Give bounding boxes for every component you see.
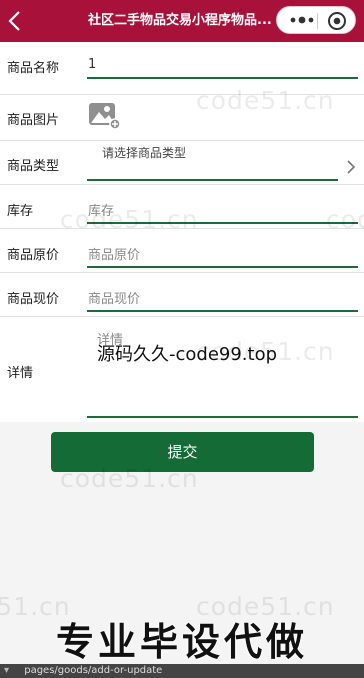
original-price-underline — [87, 266, 358, 268]
form-row-image: 商品图片 — [0, 95, 364, 141]
submit-button[interactable]: 提交 — [51, 432, 314, 472]
image-label: 商品图片 — [7, 113, 60, 128]
current-price-label: 商品现价 — [7, 292, 60, 307]
caret-icon: ▾ — [4, 665, 10, 676]
name-underline — [87, 77, 358, 79]
overlay-source-text: 源码久久-code99.top — [97, 344, 278, 365]
original-price-input[interactable]: 商品原价 — [88, 244, 140, 263]
current-price-underline — [87, 310, 358, 312]
close-miniprogram-icon[interactable] — [325, 9, 349, 33]
back-chevron-icon[interactable] — [6, 10, 24, 32]
type-select[interactable]: 请选择商品类型 — [102, 144, 186, 161]
menu-capsule — [276, 6, 356, 34]
type-label: 商品类型 — [7, 159, 60, 174]
form-row-stock: 库存 库存 — [0, 185, 364, 229]
form-row-original-price: 商品原价 商品原价 — [0, 229, 364, 273]
form-row-type[interactable]: 商品类型 请选择商品类型 — [0, 141, 364, 185]
form-row-name: 商品名称 1 — [0, 42, 364, 95]
detail-underline — [87, 416, 358, 418]
original-price-label: 商品原价 — [7, 248, 60, 263]
name-label: 商品名称 — [7, 61, 60, 76]
page-path: pages/goods/add-or-update — [24, 665, 163, 676]
image-upload-icon[interactable] — [88, 100, 121, 130]
promo-banner-text: 专业毕设代做 — [55, 620, 308, 664]
more-dots-icon[interactable] — [289, 14, 315, 26]
chevron-right-icon — [347, 160, 356, 174]
name-input[interactable]: 1 — [88, 57, 96, 72]
page-title: 社区二手物品交易小程序物品... — [88, 13, 272, 28]
type-underline — [87, 179, 338, 181]
bottom-path-bar: ▾ pages/goods/add-or-update — [0, 664, 364, 678]
capsule-separator — [317, 13, 318, 29]
stock-underline — [87, 222, 358, 224]
stock-input[interactable]: 库存 — [88, 200, 114, 219]
current-price-input[interactable]: 商品现价 — [88, 288, 140, 307]
form-row-detail: 详情 详情 — [0, 317, 364, 422]
detail-label: 详情 — [7, 366, 34, 381]
form-row-current-price: 商品现价 商品现价 — [0, 273, 364, 317]
nav-bar: 社区二手物品交易小程序物品... — [0, 0, 364, 42]
stock-label: 库存 — [7, 204, 34, 219]
